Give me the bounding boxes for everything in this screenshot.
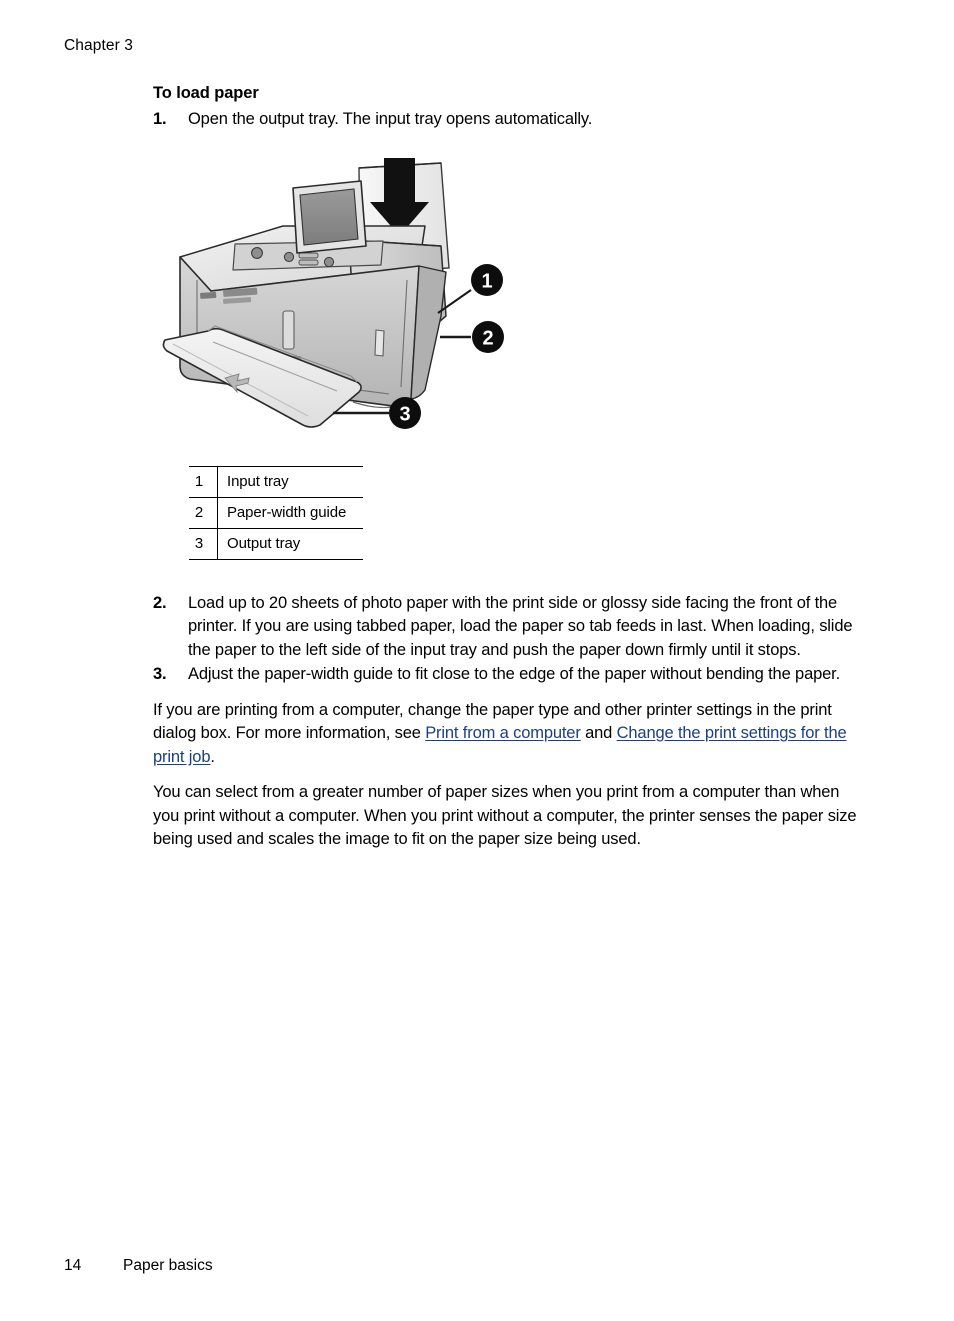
table-row: 1 Input tray bbox=[189, 465, 363, 497]
callout-marker-3: 3 bbox=[389, 396, 421, 429]
page-content: To load paper 1. Open the output tray. T… bbox=[153, 82, 869, 852]
footer-section-title: Paper basics bbox=[123, 1257, 213, 1274]
page-footer: 14 Paper basics bbox=[64, 1256, 213, 1276]
link-print-from-a-computer[interactable]: Print from a computer bbox=[425, 724, 581, 742]
svg-text:3: 3 bbox=[399, 403, 410, 425]
door-side-tab bbox=[374, 328, 385, 357]
step-text: Load up to 20 sheets of photo paper with… bbox=[188, 593, 853, 659]
legend-index: 3 bbox=[189, 527, 218, 560]
step-number: 1. bbox=[153, 110, 167, 128]
legend-label: Input tray bbox=[217, 465, 363, 497]
footer-page-number: 14 bbox=[64, 1257, 82, 1274]
svg-text:1: 1 bbox=[481, 270, 492, 292]
running-head: Chapter 3 bbox=[64, 37, 133, 54]
svg-text:2: 2 bbox=[482, 327, 493, 349]
procedure-step-1: 1. Open the output tray. The input tray … bbox=[153, 108, 869, 132]
paragraph-conjunction: and bbox=[580, 724, 617, 742]
figure-legend-table: 1 Input tray 2 Paper-width guide 3 Outpu… bbox=[189, 465, 363, 560]
legend-label: Output tray bbox=[217, 527, 363, 560]
procedure-title: To load paper bbox=[153, 84, 259, 102]
legend-index: 1 bbox=[189, 465, 218, 497]
paragraph-tail-text: . bbox=[210, 747, 215, 766]
legend-index: 2 bbox=[189, 496, 218, 528]
callout-marker-1: 1 bbox=[471, 263, 503, 296]
procedure-step-2: 2. Load up to 20 sheets of photo paper w… bbox=[153, 592, 869, 663]
step-number: 3. bbox=[153, 665, 167, 683]
step-number: 2. bbox=[153, 593, 167, 612]
paper-sizes-paragraph: You can select from a greater number of … bbox=[153, 783, 857, 848]
document-page: Chapter 3 To load paper 1. Open the outp… bbox=[0, 0, 954, 1321]
step-text: Adjust the paper-width guide to fit clos… bbox=[188, 665, 841, 683]
procedure-step-3: 3. Adjust the paper-width guide to fit c… bbox=[153, 663, 869, 687]
table-row: 3 Output tray bbox=[189, 527, 363, 560]
callout-marker-2: 2 bbox=[472, 320, 504, 353]
front-door-latch bbox=[282, 309, 295, 350]
procedure-step-list-part1: 1. Open the output tray. The input tray … bbox=[153, 108, 869, 132]
printing-note-paragraph: If you are printing from a computer, cha… bbox=[153, 699, 869, 770]
legend-label: Paper-width guide bbox=[217, 496, 363, 528]
table-row: 2 Paper-width guide bbox=[189, 496, 363, 528]
printer-illustration: hp bbox=[153, 140, 869, 458]
lcd-screen bbox=[292, 179, 367, 254]
step-text: Open the output tray. The input tray ope… bbox=[188, 110, 593, 128]
procedure-step-list-part2: 2. Load up to 20 sheets of photo paper w… bbox=[153, 592, 869, 687]
